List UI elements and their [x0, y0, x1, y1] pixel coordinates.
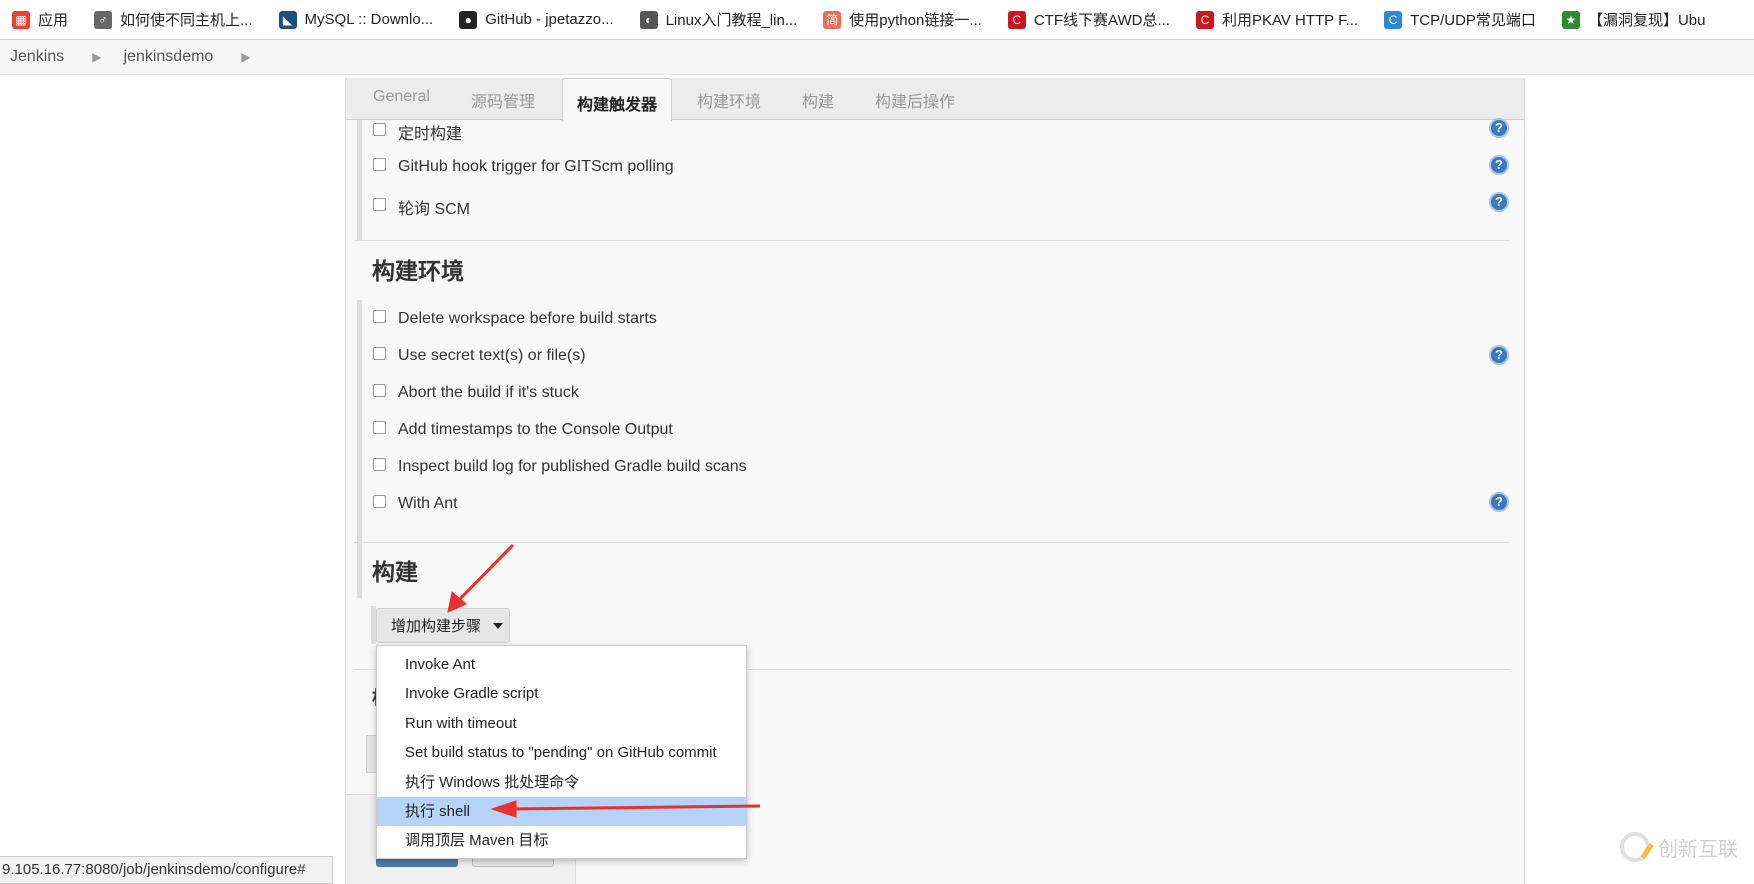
section-bar [357, 120, 362, 240]
divider [354, 240, 1510, 241]
checkbox[interactable] [373, 157, 386, 171]
menu-item[interactable]: Run with timeout [377, 709, 746, 738]
bookmark-item[interactable]: ◣ MySQL :: Downlo... [278, 9, 434, 30]
help-icon[interactable]: ? [1489, 118, 1509, 138]
tab-post-build[interactable]: 构建后操作 [875, 88, 955, 112]
checkbox[interactable] [373, 309, 386, 323]
label: Abort the build if it's stuck [398, 384, 579, 401]
bookmark-item[interactable]: C 利用PKAV HTTP F... [1195, 9, 1359, 30]
menu-item[interactable]: Invoke Ant [377, 650, 746, 679]
status-bar-url: 9.105.16.77:8080/job/jenkinsdemo/configu… [0, 856, 333, 884]
mysql-icon: ◣ [278, 10, 297, 29]
label: GitHub hook trigger for GITScm polling [398, 158, 674, 175]
label: Inspect build log for published Gradle b… [398, 458, 747, 475]
help-icon[interactable]: ? [1489, 192, 1509, 212]
watermark-text: 创新互联 [1658, 838, 1738, 861]
help-icon[interactable]: ? [1489, 345, 1509, 365]
bookmark-item[interactable]: ● GitHub - jpetazzo... [459, 9, 614, 30]
chevron-right-icon[interactable]: ▶ [92, 50, 101, 64]
bookmark-item[interactable]: ♂ 如何使不同主机上... [94, 9, 253, 30]
add-build-step-menu: Invoke Ant Invoke Gradle script Run with t… [376, 645, 747, 859]
bookmark-item[interactable]: ◐ Linux入门教程_lin... [639, 9, 798, 30]
checkbox[interactable] [373, 383, 386, 397]
menu-item[interactable]: 调用顶层 Maven 目标 [377, 826, 746, 855]
trigger-timer[interactable]: 定时构建 [373, 120, 462, 144]
csdn-icon: C [1195, 10, 1214, 29]
section-heading-build: 构建 [372, 559, 418, 585]
help-icon[interactable]: ? [1489, 492, 1509, 512]
globe-icon: ◐ [639, 10, 658, 29]
section-bar [357, 300, 362, 598]
watermark-logo-icon [1620, 832, 1650, 862]
breadcrumb-job[interactable]: jenkinsdemo [123, 48, 213, 66]
bookmark-item[interactable]: C TCP/UDP常见端口 [1384, 9, 1536, 30]
menu-item[interactable]: Invoke Gradle script [377, 679, 746, 708]
c-icon: C [1384, 10, 1403, 29]
checkbox[interactable] [373, 346, 386, 360]
bookmark-label: 利用PKAV HTTP F... [1221, 12, 1359, 29]
bookmark-label: CTF线下赛AWD总... [1033, 12, 1170, 29]
menu-item[interactable]: 执行 shell [377, 796, 746, 827]
trigger-github-hook[interactable]: GitHub hook trigger for GITScm polling [373, 157, 674, 176]
breadcrumb-jenkins[interactable]: Jenkins [10, 48, 64, 66]
label: 定时构建 [398, 126, 463, 143]
label: 轮询 SCM [398, 201, 471, 218]
bookmark-item[interactable]: ▦ 应用 [12, 9, 68, 30]
bookmark-label: GitHub - jpetazzo... [485, 11, 614, 28]
checkbox[interactable] [373, 457, 386, 471]
bookmark-label: Linux入门教程_lin... [665, 12, 798, 29]
caret-down-icon [493, 622, 504, 629]
label: Add timestamps to the Console Output [398, 421, 673, 438]
env-option[interactable]: With Ant [373, 494, 458, 513]
tab-build-env[interactable]: 构建环境 [697, 88, 761, 112]
env-option[interactable]: Add timestamps to the Console Output [373, 420, 673, 439]
add-build-step-button[interactable]: 增加构建步骤 [376, 608, 510, 643]
checkbox[interactable] [373, 420, 386, 434]
divider [354, 542, 1510, 543]
breadcrumb: Jenkins ▶ jenkinsdemo ▶ [0, 40, 1754, 75]
checkbox[interactable] [373, 494, 386, 508]
help-icon[interactable]: ? [1489, 155, 1509, 175]
label: Delete workspace before build starts [398, 310, 657, 327]
trigger-poll-scm[interactable]: 轮询 SCM [373, 195, 470, 219]
tab-build-triggers[interactable]: 构建触发器 [562, 78, 673, 121]
tab-general[interactable]: General [373, 88, 430, 106]
jianshu-icon: 简 [823, 10, 842, 29]
bookmark-item[interactable]: 简使用python链接一... [823, 9, 982, 30]
tab-scm[interactable]: 源码管理 [471, 88, 535, 112]
bookmarks-bar: ▦ 应用 ♂ 如何使不同主机上... ◣ MySQL :: Downlo... ● GitHu… [0, 0, 1754, 40]
person-icon: ♂ [94, 10, 113, 29]
env-option[interactable]: Abort the build if it's stuck [373, 383, 579, 402]
apps-grid-icon: ▦ [12, 10, 30, 29]
bookmark-label: TCP/UDP常见端口 [1410, 12, 1536, 29]
csdn-icon: C [1007, 10, 1026, 29]
bookmark-label: 使用python链接一... [849, 12, 982, 29]
bookmark-label: MySQL :: Downlo... [304, 11, 434, 28]
tab-build[interactable]: 构建 [802, 88, 834, 112]
bookmark-item[interactable]: C CTF线下赛AWD总... [1007, 9, 1170, 30]
env-option[interactable]: Use secret text(s) or file(s) [373, 346, 586, 365]
label: With Ant [398, 495, 458, 512]
config-tabs: General 源码管理 构建触发器 构建环境 构建 构建后操作 [346, 78, 1524, 121]
bookmark-label: 【漏洞复现】Ubu [1587, 12, 1706, 29]
bookmark-item[interactable]: ★ 【漏洞复现】Ubu [1561, 9, 1706, 30]
label: Use secret text(s) or file(s) [398, 347, 586, 364]
checkbox[interactable] [373, 122, 386, 136]
label: 增加构建步骤 [391, 618, 482, 635]
watermark: 创新互联 [1620, 832, 1738, 862]
chevron-right-icon[interactable]: ▶ [241, 50, 250, 64]
section-heading-build-env: 构建环境 [372, 258, 464, 284]
menu-item[interactable]: Set build status to "pending" on GitHub … [377, 738, 746, 767]
menu-item[interactable]: 执行 Windows 批处理命令 [377, 768, 746, 797]
star-icon: ★ [1561, 10, 1580, 29]
github-icon: ● [459, 10, 478, 29]
bookmark-label: 应用 [38, 12, 69, 29]
bookmark-label: 如何使不同主机上... [120, 12, 253, 29]
env-option[interactable]: Inspect build log for published Gradle b… [373, 457, 747, 476]
checkbox[interactable] [373, 197, 386, 211]
env-option[interactable]: Delete workspace before build starts [373, 309, 657, 328]
